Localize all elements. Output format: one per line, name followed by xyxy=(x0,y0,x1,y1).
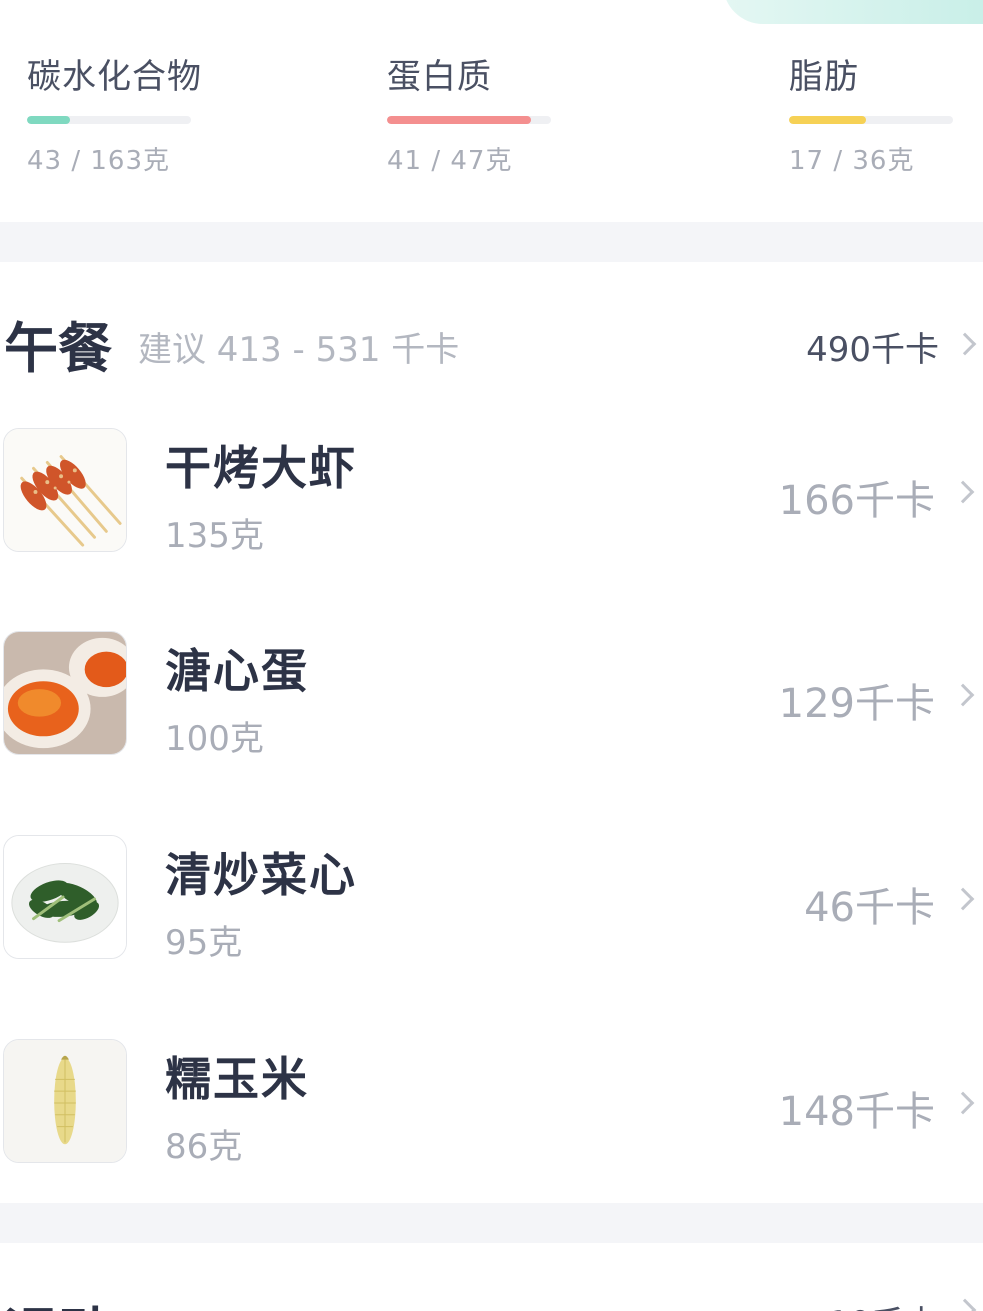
food-name: 糯玉米 xyxy=(165,1052,309,1106)
macro-fat-label: 脂肪 xyxy=(789,57,859,97)
food-name: 溏心蛋 xyxy=(165,644,309,698)
sport-title: 运动 xyxy=(4,1288,112,1311)
food-kcal: 129千卡 xyxy=(778,681,935,727)
food-kcal: 148千卡 xyxy=(778,1089,935,1135)
macro-carbs-bar xyxy=(27,116,191,124)
chevron-right-icon xyxy=(953,1298,977,1311)
macro-protein-bar xyxy=(387,116,551,124)
food-item[interactable]: 干烤大虾 135克 166千卡 xyxy=(0,428,983,558)
food-name: 清炒菜心 xyxy=(165,848,357,902)
section-divider xyxy=(0,222,983,262)
macro-carbs-fill xyxy=(27,116,70,124)
chevron-right-icon xyxy=(951,683,975,707)
corn-image xyxy=(3,1039,127,1163)
chevron-right-icon xyxy=(953,332,977,356)
stir-fried-greens-image xyxy=(3,835,127,959)
macro-protein-fill xyxy=(387,116,532,124)
macro-carbs-label: 碳水化合物 xyxy=(27,57,202,97)
macro-carbs-amount: 43 / 163克 xyxy=(27,146,170,176)
food-weight: 86克 xyxy=(165,1127,243,1167)
chevron-right-icon xyxy=(951,887,975,911)
lunch-header[interactable]: 午餐 建议 413 - 531 千卡 490千卡 xyxy=(0,300,983,386)
food-item[interactable]: 清炒菜心 95克 46千卡 xyxy=(0,835,983,965)
sport-kcal: 10千卡 xyxy=(828,1296,939,1311)
meal-title: 午餐 xyxy=(4,317,112,380)
grilled-shrimp-image xyxy=(3,428,127,552)
macro-fat-fill xyxy=(789,116,867,124)
macro-carbs: 碳水化合物 43 / 163克 xyxy=(27,56,227,177)
food-item[interactable]: 溏心蛋 100克 129千卡 xyxy=(0,631,983,761)
macro-summary: 碳水化合物 43 / 163克 蛋白质 41 / 47克 脂肪 17 / 36克 xyxy=(0,0,983,222)
meal-suggestion: 建议 413 - 531 千卡 xyxy=(138,330,460,370)
food-item[interactable]: 糯玉米 86克 148千卡 xyxy=(0,1039,983,1169)
chevron-right-icon xyxy=(951,1091,975,1115)
food-kcal: 46千卡 xyxy=(804,885,935,931)
macro-fat-bar xyxy=(789,116,953,124)
food-weight: 95克 xyxy=(165,923,243,963)
macro-protein-label: 蛋白质 xyxy=(387,57,492,97)
food-kcal: 166千卡 xyxy=(778,478,935,524)
meal-total-kcal: 490千卡 xyxy=(806,330,939,370)
macro-protein: 蛋白质 41 / 47克 xyxy=(387,56,587,177)
food-name: 干烤大虾 xyxy=(165,441,357,495)
macro-protein-amount: 41 / 47克 xyxy=(387,146,513,176)
food-weight: 100克 xyxy=(165,719,264,759)
soft-boiled-egg-image xyxy=(3,631,127,755)
macro-fat-amount: 17 / 36克 xyxy=(789,146,915,176)
section-divider xyxy=(0,1203,983,1243)
macro-fat: 脂肪 17 / 36克 xyxy=(789,56,983,177)
chevron-right-icon xyxy=(951,480,975,504)
food-weight: 135克 xyxy=(165,516,264,556)
